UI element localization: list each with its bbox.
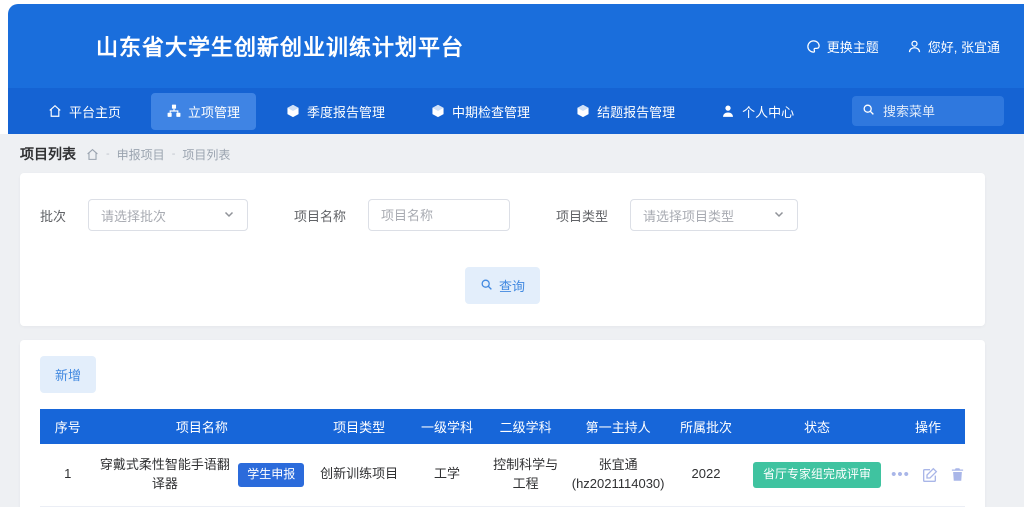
table-header-row: 序号 项目名称 项目类型 一级学科 二级学科 第一主持人 所属批次 状态 操作 (40, 409, 965, 444)
row-index: 1 (40, 444, 96, 506)
batch: 2022 (669, 444, 743, 506)
chevron-down-icon (773, 208, 785, 223)
breadcrumb-item-declare-project[interactable]: 申报项目 (117, 146, 165, 163)
theme-palette-icon (806, 39, 821, 54)
search-icon (480, 278, 493, 294)
app-header: 山东省大学生创新创业训练计划平台 更换主题 您好, 张宜通 (8, 4, 1024, 88)
project-name-input[interactable] (368, 199, 510, 231)
project-table: 序号 项目名称 项目类型 一级学科 二级学科 第一主持人 所属批次 状态 操作 … (40, 409, 965, 507)
query-button[interactable]: 查询 (465, 267, 540, 304)
menu-search-input[interactable] (883, 104, 983, 119)
top-chrome: 山东省大学生创新创业训练计划平台 更换主题 您好, 张宜通 (0, 0, 1024, 134)
filter-panel: 批次 请选择批次 项目名称 项目类型 请选择项目类型 (20, 173, 985, 326)
project-name: 穿戴式柔性智能手语翻译器 (100, 456, 231, 494)
cube-icon (576, 104, 590, 118)
more-actions-icon[interactable]: ••• (891, 470, 910, 480)
project-type: 创新训练项目 (308, 444, 410, 506)
sitemap-icon (167, 104, 181, 118)
nav-item-quarterly-report[interactable]: 季度报告管理 (270, 93, 401, 130)
user-icon (907, 39, 922, 54)
add-button[interactable]: 新增 (40, 356, 96, 393)
search-icon (862, 103, 875, 119)
menu-search-box[interactable] (852, 96, 1004, 126)
app-title: 山东省大学生创新创业训练计划平台 (96, 30, 464, 62)
cube-icon (286, 104, 300, 118)
nav-item-platform-home[interactable]: 平台主页 (32, 93, 137, 130)
breadcrumb: 项目列表 - 申报项目 - 项目列表 (0, 134, 1024, 173)
cube-icon (431, 104, 445, 118)
table-row: 1 穿戴式柔性智能手语翻译器 学生申报 创新训练项目 工学 控制科学与工程 张宜… (40, 444, 965, 506)
project-leader: 张宜通 (hz2021114030) (567, 444, 669, 506)
delete-icon[interactable] (950, 467, 965, 482)
change-theme-button[interactable]: 更换主题 (806, 37, 879, 56)
nav-item-personal-center[interactable]: 个人中心 (705, 93, 810, 130)
nav-item-project-approval[interactable]: 立项管理 (151, 93, 256, 130)
breadcrumb-item-project-list: 项目列表 (182, 146, 230, 163)
batch-select[interactable]: 请选择批次 (88, 199, 248, 231)
status-badge: 省厅专家组完成评审 (753, 462, 881, 487)
edit-icon[interactable] (922, 467, 938, 483)
batch-label: 批次 (40, 206, 66, 225)
project-type-label: 项目类型 (556, 206, 608, 225)
home-icon (48, 104, 62, 118)
nav-item-midterm-check[interactable]: 中期检查管理 (415, 93, 546, 130)
project-table-panel: 新增 序号 项目名称 项目类型 一级学科 二级学科 第一主持人 所属批次 状态 … (20, 340, 985, 507)
page-title: 项目列表 (20, 144, 76, 164)
project-name-label: 项目名称 (294, 206, 346, 225)
user-greeting[interactable]: 您好, 张宜通 (907, 37, 1000, 56)
project-type-select[interactable]: 请选择项目类型 (630, 199, 798, 231)
user-icon (721, 104, 735, 118)
main-nav: 平台主页 立项管理 季度报告管理 (8, 88, 1024, 134)
chevron-down-icon (223, 208, 235, 223)
nav-item-final-report[interactable]: 结题报告管理 (560, 93, 691, 130)
discipline-level1: 工学 (410, 444, 484, 506)
breadcrumb-home-icon[interactable] (86, 148, 99, 161)
declare-type-badge: 学生申报 (238, 463, 304, 486)
discipline-level2: 控制科学与工程 (484, 444, 567, 506)
